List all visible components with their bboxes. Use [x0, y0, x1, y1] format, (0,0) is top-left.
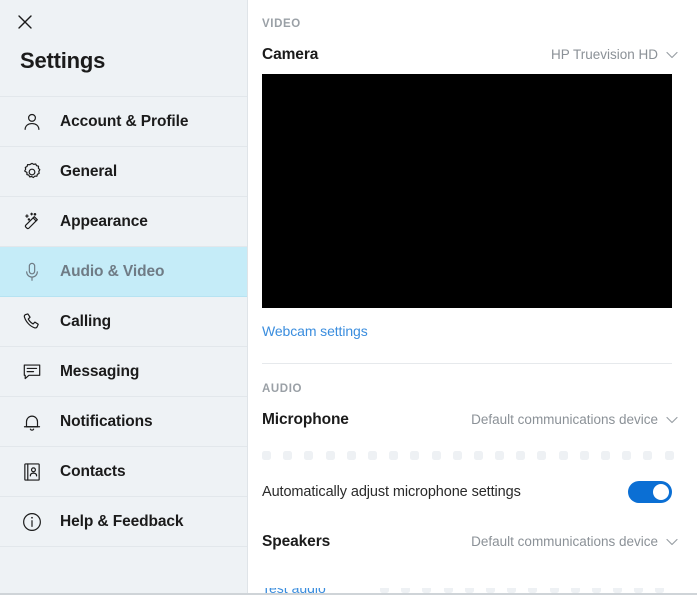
- magic-wand-icon: [20, 210, 44, 234]
- microphone-label: Microphone: [262, 411, 349, 428]
- chevron-down-icon: [666, 51, 678, 59]
- microphone-select-value: Default communications device: [471, 412, 658, 427]
- mic-level-dot: [622, 450, 632, 460]
- chevron-down-icon: [666, 416, 678, 424]
- mic-level-dot: [283, 450, 293, 460]
- mic-level-dot: [664, 450, 674, 460]
- sidebar-item-label: Appearance: [60, 212, 148, 230]
- audio-video-settings-panel: VIDEO Camera HP Truevision HD Webcam set…: [248, 0, 697, 595]
- auto-adjust-mic-label: Automatically adjust microphone settings: [262, 484, 521, 500]
- sidebar-item-messaging[interactable]: Messaging: [0, 347, 247, 397]
- address-book-icon: [20, 460, 44, 484]
- speakers-label: Speakers: [262, 533, 331, 550]
- sidebar-item-help-feedback[interactable]: Help & Feedback: [0, 497, 247, 547]
- microphone-row: Microphone Default communications device: [262, 411, 678, 429]
- mic-level-dot: [367, 450, 377, 460]
- audio-section-label: AUDIO: [262, 383, 303, 395]
- gear-icon: [20, 160, 44, 184]
- toggle-knob: [653, 484, 669, 500]
- person-icon: [20, 110, 44, 134]
- faint-clipped-header: [262, 0, 678, 14]
- sidebar-item-label: Calling: [60, 312, 111, 330]
- sidebar-item-account-profile[interactable]: Account & Profile: [0, 97, 247, 147]
- sidebar-item-label: General: [60, 162, 118, 180]
- sidebar-item-label: Audio & Video: [60, 262, 165, 280]
- phone-icon: [20, 310, 44, 334]
- mic-level-dot: [601, 450, 610, 460]
- sidebar-item-appearance[interactable]: Appearance: [0, 197, 247, 247]
- camera-select[interactable]: HP Truevision HD: [551, 47, 678, 62]
- close-icon[interactable]: [12, 9, 38, 35]
- camera-row: Camera HP Truevision HD: [262, 46, 678, 64]
- mic-level-dot: [558, 450, 568, 460]
- chevron-down-icon: [666, 538, 678, 546]
- microphone-level-meter: [262, 449, 678, 461]
- camera-preview[interactable]: [262, 74, 672, 308]
- speakers-row: Speakers Default communications device: [262, 533, 678, 551]
- mic-level-dot: [643, 450, 653, 460]
- settings-nav: Account & Profile General Appearance Aud…: [0, 96, 247, 547]
- microphone-select[interactable]: Default communications device: [471, 412, 678, 427]
- auto-adjust-mic-row: Automatically adjust microphone settings: [262, 481, 672, 503]
- speakers-select-value: Default communications device: [471, 534, 658, 549]
- webcam-settings-link[interactable]: Webcam settings: [262, 323, 368, 339]
- mic-level-dot: [262, 450, 271, 460]
- mic-level-dot: [473, 450, 483, 460]
- settings-sidebar: Settings Account & Profile General Appea…: [0, 0, 248, 595]
- sidebar-item-label: Help & Feedback: [60, 512, 184, 530]
- microphone-icon: [20, 260, 44, 284]
- sidebar-item-contacts[interactable]: Contacts: [0, 447, 247, 497]
- mic-level-dot: [325, 450, 335, 460]
- mic-level-dot: [537, 450, 547, 460]
- mic-level-dot: [579, 450, 589, 460]
- mic-level-dot: [452, 450, 462, 460]
- sidebar-item-audio-video[interactable]: Audio & Video: [0, 247, 247, 297]
- sidebar-item-notifications[interactable]: Notifications: [0, 397, 247, 447]
- mic-level-dot: [431, 450, 441, 460]
- bell-icon: [20, 410, 44, 434]
- mic-level-dot: [495, 450, 505, 460]
- sidebar-item-label: Notifications: [60, 412, 153, 430]
- video-section-label: VIDEO: [262, 18, 301, 30]
- camera-select-value: HP Truevision HD: [550, 47, 658, 62]
- section-divider: [262, 363, 672, 364]
- camera-label: Camera: [262, 46, 319, 63]
- sidebar-item-general[interactable]: General: [0, 147, 247, 197]
- auto-adjust-mic-toggle[interactable]: [628, 481, 672, 503]
- sidebar-item-label: Account & Profile: [60, 112, 189, 130]
- titlebar: [0, 0, 247, 44]
- speakers-select[interactable]: Default communications device: [471, 534, 678, 549]
- mic-level-dot: [304, 450, 314, 460]
- page-title: Settings: [20, 48, 106, 73]
- chat-bubble-icon: [20, 360, 44, 384]
- mic-level-dot: [410, 450, 420, 460]
- sidebar-item-label: Contacts: [60, 462, 126, 480]
- info-circle-icon: [20, 510, 44, 534]
- sidebar-item-label: Messaging: [60, 362, 140, 380]
- sidebar-item-calling[interactable]: Calling: [0, 297, 247, 347]
- mic-level-dot: [346, 450, 356, 460]
- mic-level-dot: [389, 450, 399, 460]
- mic-level-dot: [516, 450, 526, 460]
- settings-window: Settings Account & Profile General Appea…: [0, 0, 697, 595]
